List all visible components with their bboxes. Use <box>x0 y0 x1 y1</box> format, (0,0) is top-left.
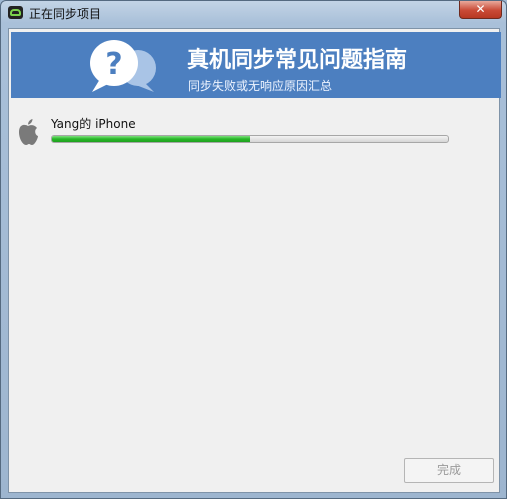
sync-window: 正在同步项目 ✕ ? 真机同步常见问题指南 同步失败或无响应原因汇总 Yang的… <box>0 0 507 499</box>
banner-title: 真机同步常见问题指南 <box>187 48 408 73</box>
sync-progress-fill <box>52 136 250 142</box>
banner-subtitle: 同步失败或无响应原因汇总 <box>188 79 333 93</box>
device-name: Yang的 iPhone <box>51 117 136 131</box>
apple-icon <box>19 119 38 145</box>
sync-progress-bar <box>51 135 449 143</box>
question-bubbles-icon: ? <box>90 40 156 92</box>
client-area: ? 真机同步常见问题指南 同步失败或无响应原因汇总 Yang的 iPhone 完… <box>8 28 501 493</box>
close-button[interactable]: ✕ <box>459 1 502 19</box>
faq-banner[interactable]: ? 真机同步常见问题指南 同步失败或无响应原因汇总 <box>11 32 501 98</box>
title-bar[interactable]: 正在同步项目 ✕ <box>1 1 506 27</box>
done-button[interactable]: 完成 <box>404 458 494 483</box>
question-mark: ? <box>105 47 122 82</box>
window-title: 正在同步项目 <box>29 7 102 21</box>
app-icon <box>8 6 23 19</box>
